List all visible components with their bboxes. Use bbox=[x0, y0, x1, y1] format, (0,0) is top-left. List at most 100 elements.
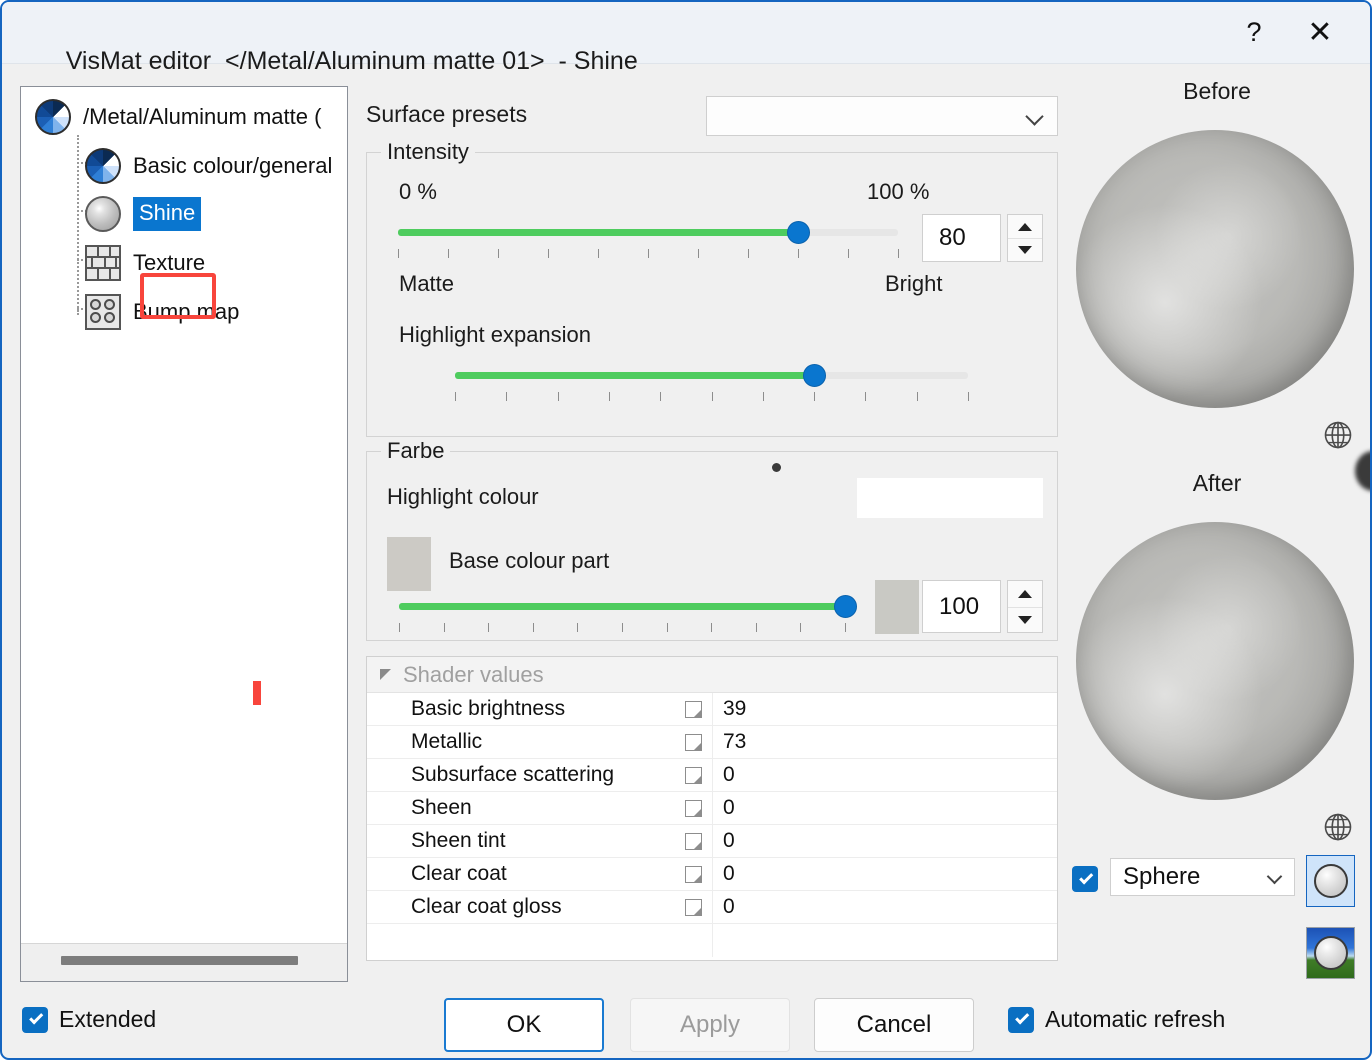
help-icon[interactable]: ? bbox=[1230, 8, 1278, 56]
shader-row-edit-icon[interactable] bbox=[685, 899, 702, 916]
object-enable-checkbox[interactable] bbox=[1072, 866, 1098, 892]
shader-row-value: 0 bbox=[723, 895, 735, 919]
tree-item-basic-colour-general[interactable]: Basic colour/general bbox=[85, 144, 332, 188]
highlight-colour-swatch[interactable] bbox=[857, 478, 1043, 518]
object-type-value: Sphere bbox=[1111, 863, 1200, 891]
highlight-expansion-label: Highlight expansion bbox=[399, 322, 591, 348]
globe-icon[interactable] bbox=[1323, 812, 1353, 842]
vismat-editor-window: VisMat editor </Metal/Aluminum matte 01>… bbox=[0, 0, 1372, 1060]
shader-row-name: Subsurface scattering bbox=[411, 763, 614, 787]
table-row[interactable]: Sheen 0 bbox=[367, 792, 1057, 825]
environment-sphere-thumbnail[interactable] bbox=[1306, 927, 1355, 979]
highlight-expansion-knob[interactable] bbox=[803, 364, 826, 387]
base-colour-spinner-buttons[interactable] bbox=[1007, 580, 1043, 633]
intensity-slider-knob[interactable] bbox=[787, 221, 810, 244]
column-divider bbox=[712, 924, 713, 957]
shader-row-value: 39 bbox=[723, 697, 746, 721]
intensity-min-label: 0 % bbox=[399, 179, 437, 205]
farbe-group: Farbe Highlight colour Base colour part … bbox=[366, 451, 1058, 641]
column-divider bbox=[712, 891, 713, 923]
bump-dots-icon bbox=[85, 294, 121, 330]
intensity-spinner-buttons[interactable] bbox=[1007, 214, 1043, 262]
object-type-dropdown[interactable]: Sphere bbox=[1110, 858, 1295, 896]
dialog-button-bar: Extended OK Apply Cancel Automatic refre… bbox=[2, 980, 1370, 1058]
table-row[interactable]: Clear coat 0 bbox=[367, 858, 1057, 891]
shader-values-header[interactable]: Shader values bbox=[367, 657, 1057, 693]
highlight-expansion-slider[interactable] bbox=[455, 364, 968, 386]
shader-row-edit-icon[interactable] bbox=[685, 833, 702, 850]
shader-values-panel: Shader values Basic brightness 39 Metall… bbox=[366, 656, 1058, 961]
cancel-button[interactable]: Cancel bbox=[814, 998, 974, 1052]
before-preview-label: Before bbox=[1072, 78, 1362, 105]
shader-row-edit-icon[interactable] bbox=[685, 767, 702, 784]
collapse-triangle-icon[interactable] bbox=[380, 669, 391, 680]
shader-row-name: Basic brightness bbox=[411, 697, 565, 721]
tree-item-texture[interactable]: Texture bbox=[85, 241, 205, 285]
extended-checkbox[interactable]: Extended bbox=[22, 1006, 156, 1033]
text-cursor-marker bbox=[253, 681, 261, 705]
shader-row-edit-icon[interactable] bbox=[685, 800, 702, 817]
intensity-group: Intensity 0 % 100 % 80 Matte Bright bbox=[366, 152, 1058, 437]
shader-row-edit-icon[interactable] bbox=[685, 734, 702, 751]
table-row[interactable]: Basic brightness 39 bbox=[367, 693, 1057, 726]
base-colour-spinner-up[interactable] bbox=[1008, 581, 1042, 607]
automatic-refresh-label: Automatic refresh bbox=[1045, 1006, 1225, 1033]
intensity-value: 80 bbox=[923, 224, 966, 252]
check-icon bbox=[29, 1010, 43, 1024]
base-colour-spinner-down[interactable] bbox=[1008, 607, 1042, 633]
ok-button[interactable]: OK bbox=[444, 998, 604, 1052]
table-row[interactable]: Clear coat gloss 0 bbox=[367, 891, 1057, 924]
base-colour-value-swatch[interactable] bbox=[875, 580, 919, 634]
close-icon[interactable]: ✕ bbox=[1296, 8, 1344, 56]
chevron-down-icon bbox=[1025, 107, 1043, 125]
apply-button[interactable]: Apply bbox=[630, 998, 790, 1052]
intensity-slider-fill bbox=[398, 229, 798, 236]
material-tree-panel[interactable]: /Metal/Aluminum matte ( Basic colour/gen… bbox=[20, 86, 348, 982]
title-bar: VisMat editor </Metal/Aluminum matte 01>… bbox=[2, 2, 1370, 64]
app-title: VisMat editor bbox=[66, 47, 211, 75]
tree-item-metal-aluminum-matte[interactable]: /Metal/Aluminum matte ( bbox=[35, 95, 321, 139]
plain-sphere-thumbnail[interactable] bbox=[1306, 855, 1355, 907]
brick-wall-icon bbox=[85, 245, 121, 281]
column-divider bbox=[712, 792, 713, 824]
tree-item-label: Texture bbox=[133, 250, 205, 276]
chevron-down-icon bbox=[1267, 869, 1283, 885]
tree-item-shine[interactable]: Shine bbox=[85, 192, 201, 236]
tree-item-label: /Metal/Aluminum matte ( bbox=[83, 104, 321, 130]
intensity-spinner-down[interactable] bbox=[1008, 238, 1042, 261]
table-row[interactable]: Sheen tint 0 bbox=[367, 825, 1057, 858]
tree-item-label: Bump map bbox=[133, 299, 239, 325]
column-divider bbox=[712, 726, 713, 758]
column-divider bbox=[712, 825, 713, 857]
checkbox-box[interactable] bbox=[1008, 1007, 1034, 1033]
globe-icon[interactable] bbox=[1323, 420, 1353, 450]
after-preview-sphere[interactable] bbox=[1076, 522, 1354, 800]
intensity-slider[interactable] bbox=[398, 221, 898, 243]
tree-item-bump-map[interactable]: Bump map bbox=[85, 290, 239, 334]
automatic-refresh-checkbox[interactable]: Automatic refresh bbox=[1008, 1006, 1225, 1033]
intensity-value-field[interactable]: 80 bbox=[922, 214, 1001, 262]
triangle-up-icon bbox=[1018, 590, 1032, 598]
settings-panel: Surface presets Intensity 0 % 100 % 80 bbox=[364, 86, 1064, 982]
checkbox-box[interactable] bbox=[22, 1007, 48, 1033]
table-row[interactable]: Subsurface scattering 0 bbox=[367, 759, 1057, 792]
base-colour-value-field[interactable]: 100 bbox=[922, 580, 1001, 633]
shader-row-value: 0 bbox=[723, 763, 735, 787]
shader-row-name: Sheen tint bbox=[411, 829, 506, 853]
intensity-spinner-up[interactable] bbox=[1008, 215, 1042, 238]
tree-horizontal-scrollbar[interactable] bbox=[21, 943, 347, 981]
base-colour-knob[interactable] bbox=[834, 595, 857, 618]
surface-presets-dropdown[interactable] bbox=[706, 96, 1058, 136]
base-colour-part-slider[interactable] bbox=[399, 595, 845, 617]
tree-scrollbar-thumb[interactable] bbox=[61, 956, 298, 965]
intensity-group-title: Intensity bbox=[381, 139, 475, 165]
shader-row-edit-icon[interactable] bbox=[685, 866, 702, 883]
shader-row-edit-icon[interactable] bbox=[685, 701, 702, 718]
highlight-expansion-fill bbox=[455, 372, 814, 379]
shader-row-name: Clear coat bbox=[411, 862, 507, 886]
base-colour-swatch[interactable] bbox=[387, 537, 431, 591]
surface-presets-row: Surface presets bbox=[364, 96, 1064, 138]
intensity-right-label: Bright bbox=[885, 271, 942, 297]
before-preview-sphere[interactable] bbox=[1076, 130, 1354, 408]
table-row[interactable]: Metallic 73 bbox=[367, 726, 1057, 759]
